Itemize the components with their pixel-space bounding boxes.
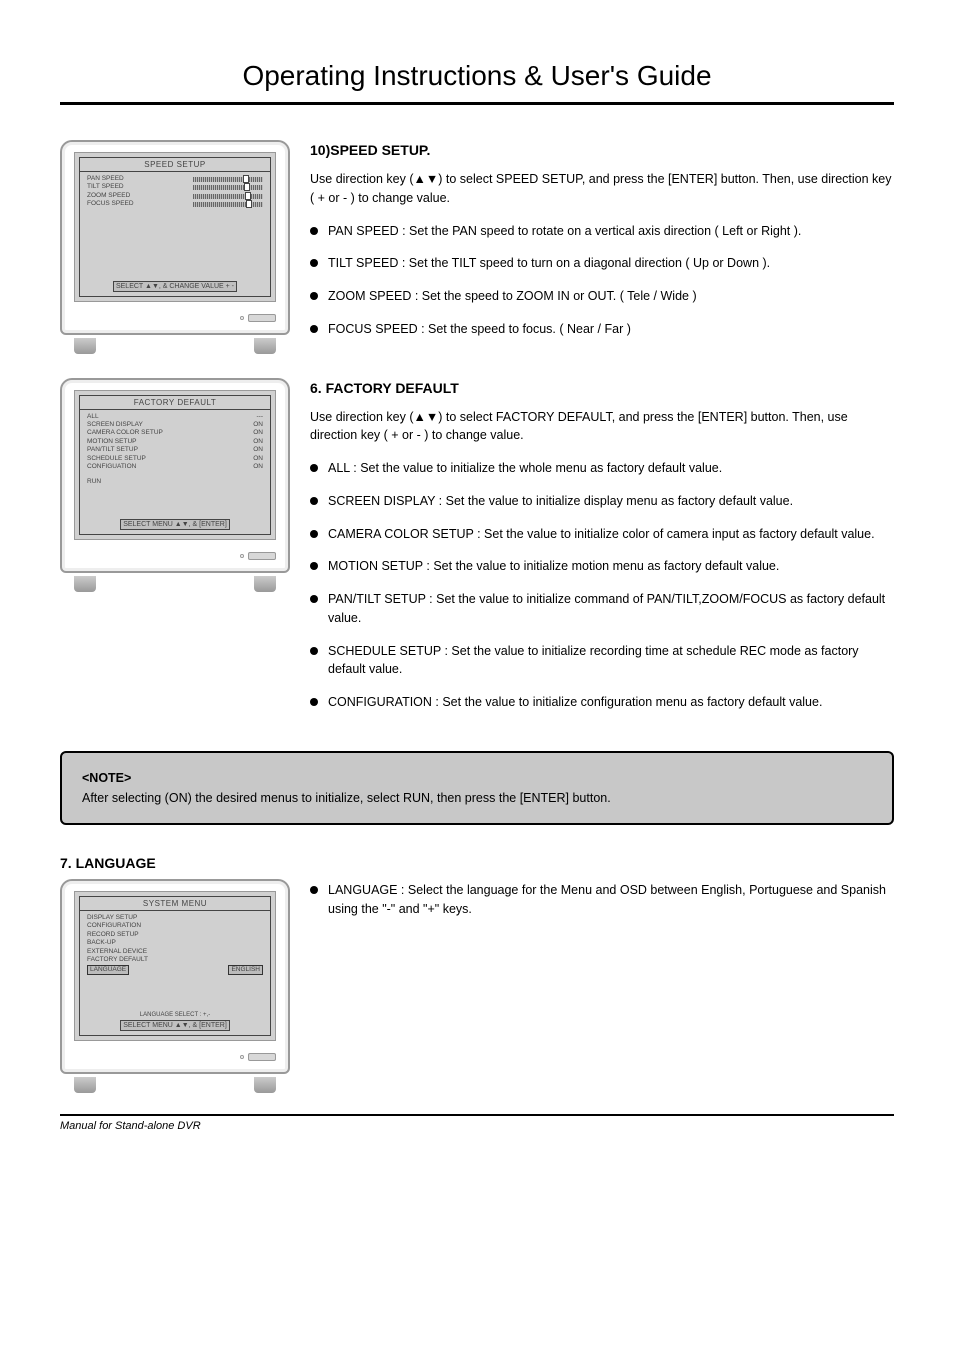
monitor-factory-default: FACTORY DEFAULT ALL---SCREEN DISPLAYONCA…: [60, 378, 290, 588]
slot-icon: [248, 552, 276, 560]
screen-title: SPEED SETUP: [80, 158, 270, 172]
menu-item-value: ON: [253, 438, 263, 446]
slider-bar: [193, 185, 263, 190]
led-icon: [240, 554, 244, 558]
menu-item: BACK-UP: [87, 939, 263, 947]
language-row: SYSTEM MENU DISPLAY SETUPCONFIGURATIONRE…: [60, 879, 894, 1089]
menu-item: DISPLAY SETUP: [87, 914, 263, 922]
menu-item: CONFIGURATION: [87, 922, 263, 930]
slider-bar: [193, 194, 263, 199]
note-box: <NOTE> After selecting (ON) the desired …: [60, 751, 894, 825]
speed-setup-instruction: Use direction key (▲▼) to select SPEED S…: [310, 170, 894, 208]
screen-footer: SELECT MENU ▲▼, & [ENTER]: [120, 519, 230, 530]
note-heading: <NOTE>: [82, 769, 872, 787]
slider-knob: [243, 175, 249, 183]
bullet-item: SCHEDULE SETUP : Set the value to initia…: [310, 642, 894, 680]
slider-bar: [193, 177, 263, 182]
slider-label: FOCUS SPEED: [87, 200, 134, 208]
slider-row: ZOOM SPEED: [87, 192, 263, 200]
note-body: After selecting (ON) the desired menus t…: [82, 789, 872, 807]
menu-item-row: SCREEN DISPLAY ON: [87, 421, 263, 429]
page-footer: Manual for Stand-alone DVR: [60, 1114, 894, 1132]
menu-item-label: CAMERA COLOR SETUP: [87, 429, 163, 437]
menu-item-value: ON: [253, 455, 263, 463]
slider-knob: [245, 192, 251, 200]
slider-label: ZOOM SPEED: [87, 192, 130, 200]
factory-default-instruction: Use direction key (▲▼) to select FACTORY…: [310, 408, 894, 446]
slider-row: PAN SPEED: [87, 175, 263, 183]
bullet-item: LANGUAGE : Select the language for the M…: [310, 881, 894, 919]
bullet-item: ALL : Set the value to initialize the wh…: [310, 459, 894, 478]
menu-item-value: ON: [253, 463, 263, 471]
menu-item-value: ON: [253, 429, 263, 437]
menu-item-label: SCREEN DISPLAY: [87, 421, 143, 429]
led-icon: [240, 1055, 244, 1059]
language-heading: 7. LANGUAGE: [60, 855, 894, 871]
menu-item: RECORD SETUP: [87, 931, 263, 939]
slider-label: TILT SPEED: [87, 183, 124, 191]
slot-icon: [248, 314, 276, 322]
selected-value: ENGLISH: [228, 965, 263, 975]
screen-footer: SELECT MENU ▲▼, & [ENTER]: [120, 1020, 230, 1031]
slider-knob: [244, 183, 250, 191]
menu-item-label: CONFIGUATION: [87, 463, 136, 471]
menu-item-value: ON: [253, 421, 263, 429]
menu-item-row: ALL ---: [87, 413, 263, 421]
screen-subfooter: LANGUAGE SELECT : +,-: [84, 1012, 266, 1018]
screen-footer: SELECT ▲▼, & CHANGE VALUE + -: [113, 281, 237, 292]
slider-bar: [193, 202, 263, 207]
slider-knob: [246, 200, 252, 208]
bullet-item: ZOOM SPEED : Set the speed to ZOOM IN or…: [310, 287, 894, 306]
run-item: RUN: [87, 478, 263, 486]
speed-setup-heading: 10)SPEED SETUP.: [310, 142, 894, 158]
menu-item-value: ---: [257, 413, 264, 421]
menu-item-selected: LANGUAGE ENGLISH: [87, 965, 263, 975]
page-title: Operating Instructions & User's Guide: [60, 60, 894, 105]
menu-item-label: PAN/TILT SETUP: [87, 446, 138, 454]
bullet-item: TILT SPEED : Set the TILT speed to turn …: [310, 254, 894, 273]
factory-default-row: FACTORY DEFAULT ALL---SCREEN DISPLAYONCA…: [60, 378, 894, 726]
monitor-speed-setup: SPEED SETUP PAN SPEEDTILT SPEEDZOOM SPEE…: [60, 140, 290, 350]
menu-item-value: ON: [253, 446, 263, 454]
bullet-item: CAMERA COLOR SETUP : Set the value to in…: [310, 525, 894, 544]
speed-setup-row: SPEED SETUP PAN SPEEDTILT SPEEDZOOM SPEE…: [60, 140, 894, 353]
screen-title: SYSTEM MENU: [80, 897, 270, 911]
slot-icon: [248, 1053, 276, 1061]
bullet-item: FOCUS SPEED : Set the speed to focus. ( …: [310, 320, 894, 339]
menu-item-row: CAMERA COLOR SETUP ON: [87, 429, 263, 437]
screen-title: FACTORY DEFAULT: [80, 396, 270, 410]
selected-label: LANGUAGE: [87, 965, 129, 975]
menu-item-label: SCHEDULE SETUP: [87, 455, 146, 463]
menu-item-label: MOTION SETUP: [87, 438, 136, 446]
menu-item-row: PAN/TILT SETUP ON: [87, 446, 263, 454]
menu-item-row: SCHEDULE SETUP ON: [87, 455, 263, 463]
bullet-item: PAN/TILT SETUP : Set the value to initia…: [310, 590, 894, 628]
led-icon: [240, 316, 244, 320]
slider-row: FOCUS SPEED: [87, 200, 263, 208]
menu-item-label: ALL: [87, 413, 99, 421]
slider-row: TILT SPEED: [87, 183, 263, 191]
bullet-item: CONFIGURATION : Set the value to initial…: [310, 693, 894, 712]
bullet-item: SCREEN DISPLAY : Set the value to initia…: [310, 492, 894, 511]
bullet-item: MOTION SETUP : Set the value to initiali…: [310, 557, 894, 576]
menu-item: FACTORY DEFAULT: [87, 956, 263, 964]
menu-item-row: CONFIGUATION ON: [87, 463, 263, 471]
factory-default-heading: 6. FACTORY DEFAULT: [310, 380, 894, 396]
menu-item: EXTERNAL DEVICE: [87, 948, 263, 956]
slider-label: PAN SPEED: [87, 175, 124, 183]
bullet-item: PAN SPEED : Set the PAN speed to rotate …: [310, 222, 894, 241]
menu-item-row: MOTION SETUP ON: [87, 438, 263, 446]
monitor-language: SYSTEM MENU DISPLAY SETUPCONFIGURATIONRE…: [60, 879, 290, 1089]
